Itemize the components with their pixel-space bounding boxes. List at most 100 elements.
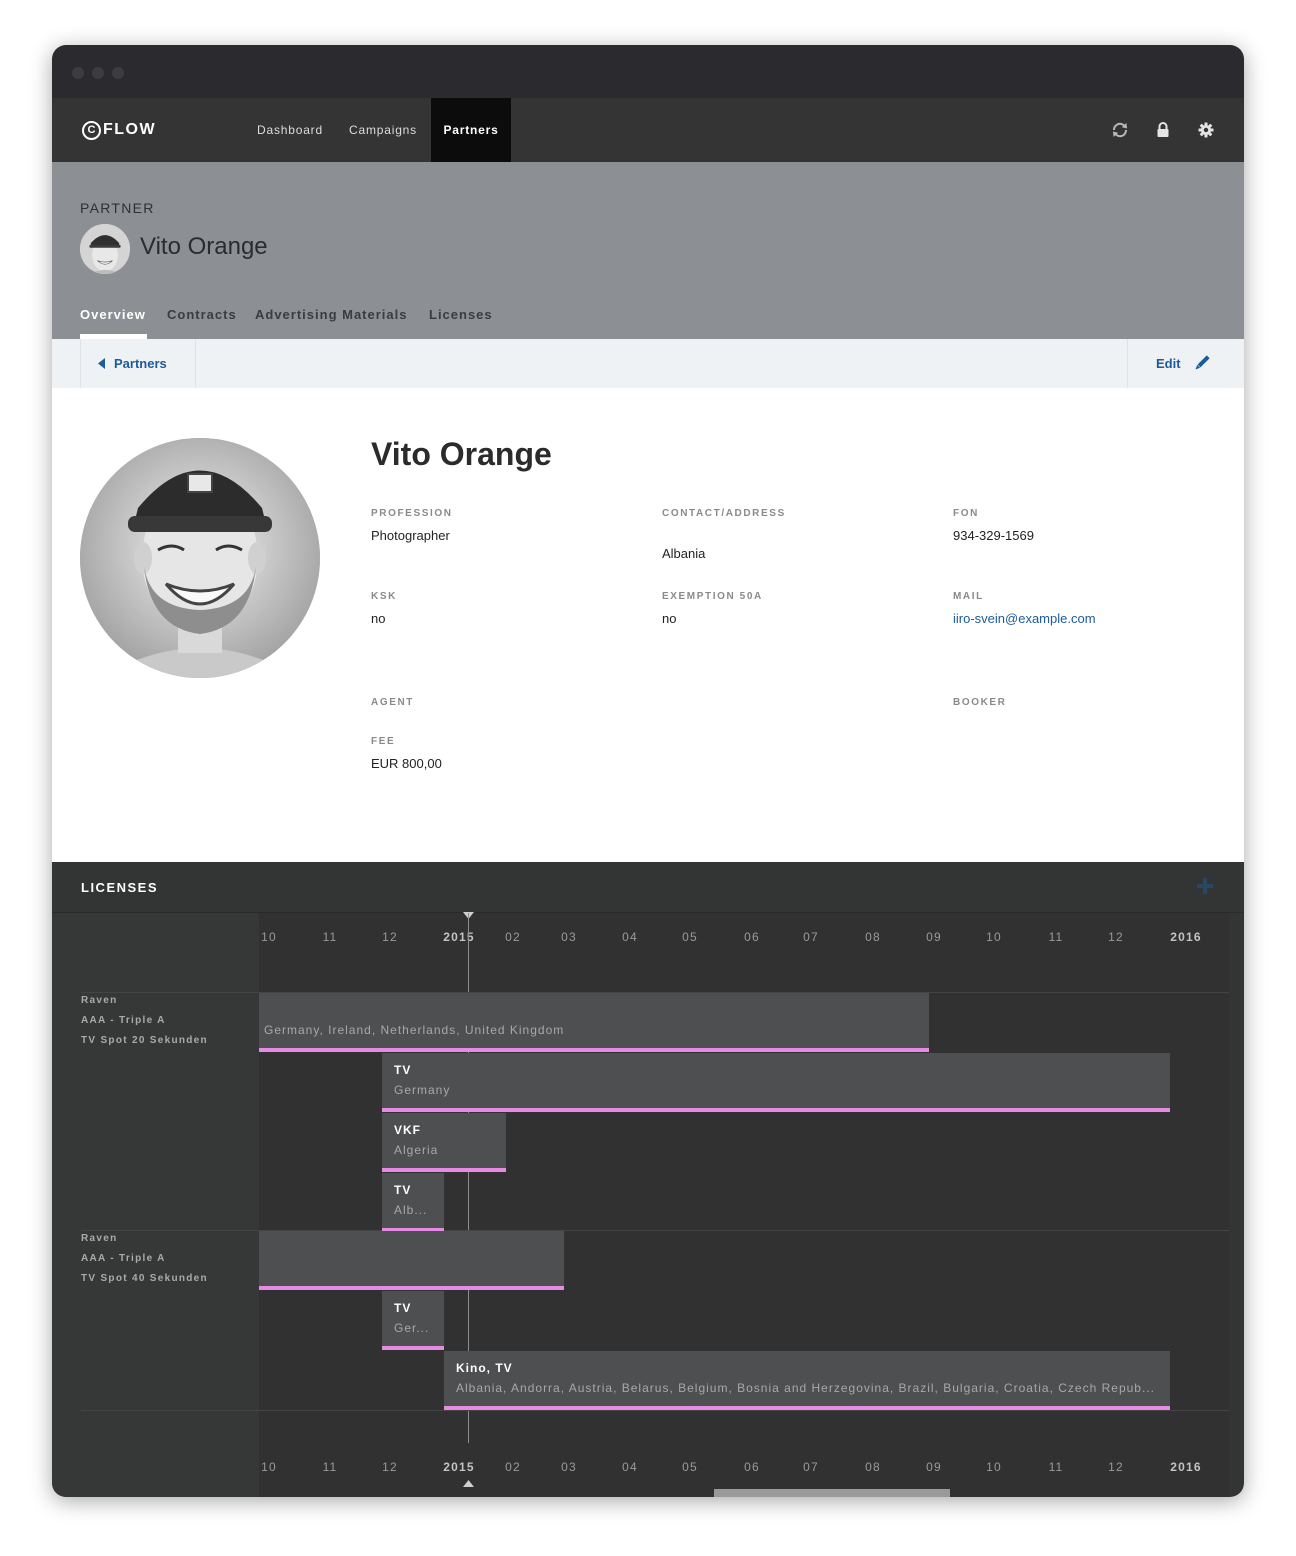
window-minimize-dot[interactable] <box>92 67 104 79</box>
tab-overview[interactable]: Overview <box>80 307 146 322</box>
partner-avatar-large <box>80 438 320 678</box>
license-territories: Ger... <box>394 1321 430 1335</box>
edit-button-label: Edit <box>1156 356 1181 371</box>
month-tick: 05 <box>682 930 698 944</box>
year-tick: 2015 <box>443 1460 475 1474</box>
license-media: Kino, TV <box>456 1361 513 1375</box>
app-logo[interactable]: C FLOW <box>82 118 156 142</box>
license-territories: Germany <box>394 1083 451 1097</box>
window-maximize-dot[interactable] <box>112 67 124 79</box>
nav-dashboard[interactable]: Dashboard <box>245 98 335 162</box>
group-material: TV Spot 40 Sekunden <box>81 1273 208 1284</box>
fee-label: FEE <box>371 736 396 747</box>
month-tick: 12 <box>1108 930 1124 944</box>
pencil-icon <box>1195 355 1210 370</box>
logo-mark: C <box>82 120 101 140</box>
month-tick: 10 <box>986 930 1002 944</box>
license-media: TV <box>394 1063 412 1077</box>
profession-value: Photographer <box>371 528 450 543</box>
month-tick: 11 <box>322 930 338 944</box>
today-marker-bottom-icon <box>463 1480 474 1487</box>
tab-advertising-materials[interactable]: Advertising Materials <box>255 307 408 322</box>
year-tick: 2015 <box>443 930 475 944</box>
license-territories: Alb... <box>394 1203 428 1217</box>
fon-value: 934-329-1569 <box>953 528 1034 543</box>
month-tick: 11 <box>1048 1460 1064 1474</box>
license-territories: Algeria <box>394 1143 439 1157</box>
back-to-partners-button[interactable]: Partners <box>80 339 196 388</box>
license-bar[interactable]: TV Alb... <box>382 1173 444 1232</box>
partner-label: PARTNER <box>80 200 155 216</box>
month-tick: 03 <box>561 1460 577 1474</box>
month-tick: 10 <box>261 1460 277 1474</box>
month-tick: 02 <box>505 1460 521 1474</box>
month-tick: 04 <box>622 1460 638 1474</box>
tab-contracts[interactable]: Contracts <box>167 307 237 322</box>
top-navigation: C FLOW Dashboard Campaigns Partners <box>52 98 1244 162</box>
month-tick: 12 <box>382 1460 398 1474</box>
month-tick: 06 <box>744 930 760 944</box>
logo-text: FLOW <box>103 121 157 138</box>
ksk-label: KSK <box>371 591 397 602</box>
license-group-label: Raven AAA - Triple A TV Spot 20 Sekunden <box>81 991 208 1051</box>
license-group-label: Raven AAA - Triple A TV Spot 40 Sekunden <box>81 1229 208 1289</box>
month-tick: 02 <box>505 930 521 944</box>
month-tick: 05 <box>682 1460 698 1474</box>
tab-licenses[interactable]: Licenses <box>429 307 493 322</box>
app-window: C FLOW Dashboard Campaigns Partners PART… <box>52 45 1244 1497</box>
month-tick: 09 <box>926 1460 942 1474</box>
nav-campaigns[interactable]: Campaigns <box>341 98 425 162</box>
row-divider <box>81 1410 1229 1411</box>
action-bar: Partners Edit <box>52 339 1244 388</box>
month-tick: 11 <box>1048 930 1064 944</box>
license-territories: Germany, Ireland, Netherlands, United Ki… <box>264 1023 565 1037</box>
gear-icon[interactable] <box>1196 120 1216 140</box>
lock-icon[interactable] <box>1153 120 1173 140</box>
licenses-panel: LICENSES 10 11 12 2015 02 03 04 05 06 07… <box>52 862 1244 1497</box>
month-tick: 11 <box>322 1460 338 1474</box>
exemption-label: EXEMPTION 50A <box>662 591 763 602</box>
sync-icon[interactable] <box>1110 120 1130 140</box>
partner-header: PARTNER Vito Orange Overview Contracts A… <box>52 162 1244 339</box>
license-bar[interactable]: TV Germany <box>382 1053 1170 1112</box>
group-material: TV Spot 20 Sekunden <box>81 1035 208 1046</box>
group-brand: Raven <box>81 1233 118 1244</box>
licenses-title: LICENSES <box>81 880 159 895</box>
group-campaign: AAA - Triple A <box>81 1253 166 1264</box>
fon-label: FON <box>953 508 979 519</box>
window-close-dot[interactable] <box>72 67 84 79</box>
month-tick: 10 <box>986 1460 1002 1474</box>
month-tick: 07 <box>803 930 819 944</box>
month-tick: 08 <box>865 1460 881 1474</box>
mail-label: MAIL <box>953 591 984 602</box>
license-media: TV <box>394 1183 412 1197</box>
month-tick: 09 <box>926 930 942 944</box>
license-media: VKF <box>394 1123 421 1137</box>
license-bar[interactable]: VKF Algeria <box>382 1113 506 1172</box>
timeline-scrollbar[interactable] <box>714 1489 950 1497</box>
ksk-value: no <box>371 611 386 626</box>
partner-avatar-small <box>80 224 130 274</box>
nav-partners[interactable]: Partners <box>431 98 511 162</box>
license-bar[interactable]: TV Ger... <box>382 1291 444 1350</box>
month-tick: 06 <box>744 1460 760 1474</box>
month-tick: 08 <box>865 930 881 944</box>
fee-value: EUR 800,00 <box>371 756 442 771</box>
profession-label: PROFESSION <box>371 508 453 519</box>
month-tick: 03 <box>561 930 577 944</box>
edit-button[interactable]: Edit <box>1127 339 1229 388</box>
plus-icon[interactable] <box>1195 876 1215 896</box>
partner-name: Vito Orange <box>371 436 552 472</box>
month-tick: 10 <box>261 930 277 944</box>
month-tick: 12 <box>382 930 398 944</box>
month-tick: 07 <box>803 1460 819 1474</box>
license-bar[interactable]: Kino, TV Albania, Andorra, Austria, Bela… <box>444 1351 1170 1410</box>
group-brand: Raven <box>81 995 118 1006</box>
mail-link[interactable]: iiro-svein@example.com <box>953 611 1096 626</box>
license-media: TV <box>394 1301 412 1315</box>
exemption-value: no <box>662 611 677 626</box>
license-bar[interactable] <box>259 1231 564 1290</box>
license-bar[interactable]: Germany, Ireland, Netherlands, United Ki… <box>259 993 929 1052</box>
partner-name-header: Vito Orange <box>140 233 268 260</box>
license-territories: Albania, Andorra, Austria, Belarus, Belg… <box>456 1381 1155 1395</box>
